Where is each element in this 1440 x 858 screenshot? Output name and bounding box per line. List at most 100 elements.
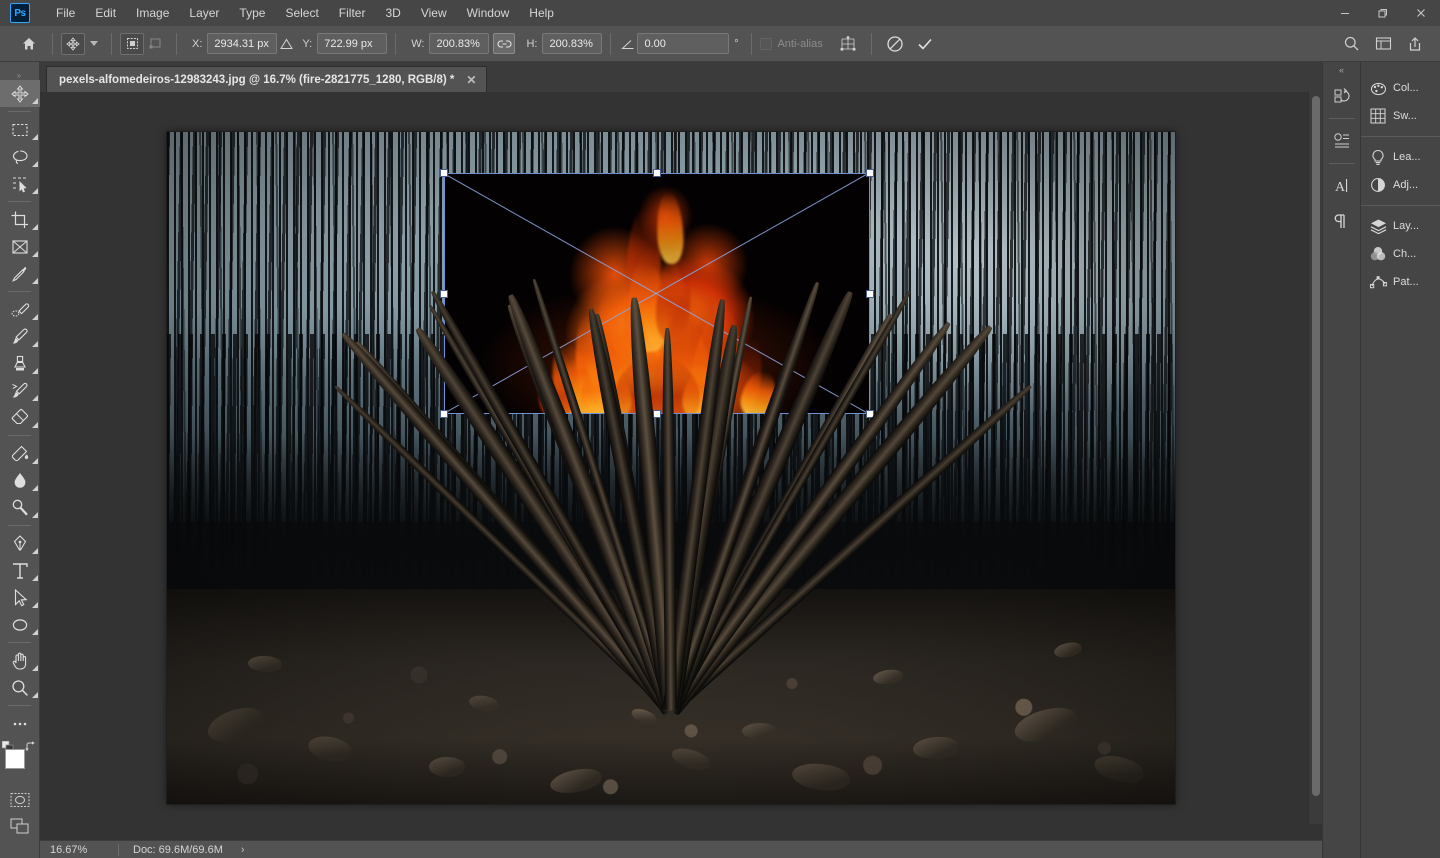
document-canvas[interactable]: [167, 132, 1175, 804]
swatches-panel[interactable]: Sw...: [1361, 102, 1440, 130]
anti-alias-check-box: [760, 37, 773, 50]
paragraph-panel-icon[interactable]: [1323, 204, 1361, 240]
transform-handle-bottom-center[interactable]: [653, 410, 661, 418]
history-brush-tool[interactable]: [0, 377, 40, 404]
svg-text:A: A: [1335, 180, 1346, 195]
w-label: W:: [411, 37, 425, 50]
rotate-angle-icon: [619, 38, 637, 50]
transform-handle-top-left[interactable]: [440, 169, 448, 177]
close-icon[interactable]: ✕: [464, 73, 478, 87]
home-icon[interactable]: [14, 32, 44, 56]
color-panel[interactable]: Col...: [1361, 74, 1440, 102]
delta-relative-icon[interactable]: [277, 38, 295, 50]
transform-handle-bottom-left[interactable]: [440, 410, 448, 418]
canvas-workspace[interactable]: [40, 92, 1322, 840]
transform-handle-middle-left[interactable]: [440, 289, 448, 298]
adjustments-panel[interactable]: Adj...: [1361, 171, 1440, 199]
path-selection-tool[interactable]: [0, 584, 40, 611]
zoom-level[interactable]: 16.67%: [40, 844, 118, 856]
object-selection-tool[interactable]: [0, 170, 40, 197]
blur-tool[interactable]: [0, 467, 40, 494]
menu-item-filter[interactable]: Filter: [329, 1, 376, 25]
scrollbar-thumb[interactable]: [1312, 96, 1320, 796]
menu-item-layer[interactable]: Layer: [179, 1, 229, 25]
move-tool-preset-icon[interactable]: [61, 32, 85, 55]
eyedropper-tool[interactable]: [0, 260, 40, 287]
divider: [395, 32, 397, 55]
brush-tool[interactable]: [0, 323, 40, 350]
menu-item-select[interactable]: Select: [275, 1, 328, 25]
move-tool[interactable]: [0, 80, 40, 107]
channels-panel[interactable]: Ch...: [1361, 240, 1440, 268]
photoshop-logo-icon: Ps: [10, 3, 30, 23]
canvas-vertical-scrollbar[interactable]: [1308, 92, 1322, 824]
history-panel-icon[interactable]: [1323, 78, 1361, 114]
rail-collapse-grip[interactable]: «: [1323, 62, 1360, 78]
layers-panel[interactable]: Lay...: [1361, 212, 1440, 240]
clone-stamp-tool[interactable]: [0, 350, 40, 377]
frame-tool[interactable]: [0, 233, 40, 260]
rectangular-marquee-tool[interactable]: [0, 116, 40, 143]
gradient-tool[interactable]: [0, 440, 40, 467]
quick-mask-icon[interactable]: [0, 787, 40, 813]
spot-healing-brush-tool[interactable]: [0, 296, 40, 323]
share-icon[interactable]: [1400, 31, 1430, 57]
type-tool[interactable]: [0, 557, 40, 584]
anti-alias-label: Anti-alias: [777, 37, 823, 50]
restore-button[interactable]: [1364, 0, 1402, 26]
swap-colors-icon[interactable]: [25, 741, 37, 753]
hand-tool[interactable]: [0, 647, 40, 674]
height-field[interactable]: 200.83%: [542, 33, 603, 54]
dock-groups: Col... Sw... Lea... Adj... Lay... Ch... Pat...: [1361, 68, 1440, 302]
menu-item-image[interactable]: Image: [126, 1, 179, 25]
pen-tool[interactable]: [0, 530, 40, 557]
menu-item-view[interactable]: View: [411, 1, 457, 25]
paths-panel[interactable]: Pat...: [1361, 268, 1440, 296]
properties-panel-icon[interactable]: [1323, 123, 1361, 159]
transform-handle-top-center[interactable]: [653, 169, 661, 177]
menu-item-3d[interactable]: 3D: [375, 1, 410, 25]
screen-mode-icon[interactable]: [0, 813, 40, 839]
arrange-documents-icon[interactable]: [1368, 31, 1398, 57]
auto-select-icon[interactable]: [120, 32, 144, 55]
foreground-color-swatch[interactable]: [5, 749, 25, 769]
toolbar-grip[interactable]: »: [0, 70, 39, 80]
transform-handle-top-right[interactable]: [866, 169, 874, 177]
minimize-button[interactable]: [1326, 0, 1364, 26]
tool-preset-chevron-down-icon[interactable]: [85, 41, 103, 46]
zoom-tool[interactable]: [0, 674, 40, 701]
rotation-angle-field[interactable]: 0.00: [637, 33, 730, 54]
panel-label: Adj...: [1393, 179, 1419, 191]
transform-handle-middle-right[interactable]: [866, 289, 874, 298]
search-icon[interactable]: [1336, 31, 1366, 57]
character-panel-icon[interactable]: A: [1323, 168, 1361, 204]
dodge-tool[interactable]: [0, 494, 40, 521]
commit-transform-icon[interactable]: [910, 31, 940, 57]
learn-panel[interactable]: Lea...: [1361, 143, 1440, 171]
menu-item-window[interactable]: Window: [457, 1, 520, 25]
anti-alias-checkbox[interactable]: Anti-alias: [760, 37, 823, 50]
x-position-field[interactable]: 2934.31 px: [207, 33, 278, 54]
edit-toolbar-tool[interactable]: [0, 710, 40, 737]
close-button[interactable]: [1402, 0, 1440, 26]
document-size: Doc: 69.6M/69.6M: [133, 843, 223, 856]
menu-item-help[interactable]: Help: [519, 1, 564, 25]
tools-panel: »: [0, 62, 40, 858]
menu-item-edit[interactable]: Edit: [85, 1, 126, 25]
menu-item-type[interactable]: Type: [229, 1, 275, 25]
show-transform-controls-icon[interactable]: [144, 33, 168, 55]
menu-item-file[interactable]: File: [46, 1, 85, 25]
eraser-tool[interactable]: [0, 404, 40, 431]
y-position-field[interactable]: 722.99 px: [317, 33, 388, 54]
warp-mode-icon[interactable]: [833, 31, 863, 57]
panel-label: Lay...: [1393, 220, 1420, 232]
crop-tool[interactable]: [0, 206, 40, 233]
menu-bar: Ps File Edit Image Layer Type Select Filter 3D V…: [0, 0, 1440, 26]
width-field[interactable]: 200.83%: [429, 33, 490, 54]
lasso-tool[interactable]: [0, 143, 40, 170]
ellipse-tool[interactable]: [0, 611, 40, 638]
cancel-transform-icon[interactable]: [880, 31, 910, 57]
status-expand-arrow[interactable]: ›: [223, 844, 245, 856]
maintain-aspect-ratio-icon[interactable]: [493, 33, 516, 54]
document-tab[interactable]: pexels-alfomedeiros-12983243.jpg @ 16.7%…: [46, 66, 488, 92]
